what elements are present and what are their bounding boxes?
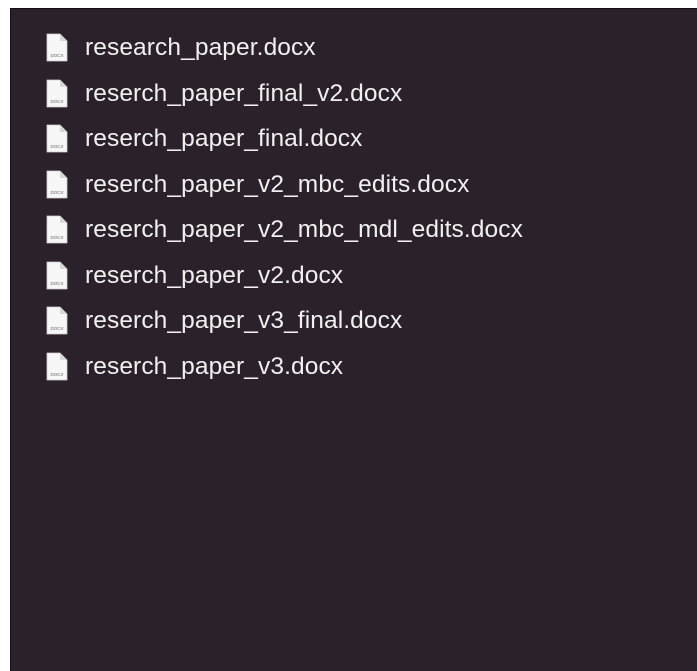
svg-text:DOCX: DOCX [50,53,63,58]
file-name: reserch_paper_v2_mbc_edits.docx [85,170,470,198]
docx-document-icon: DOCX [46,215,68,244]
finder-window: DOCX research_paper.docx DOCX reserch_pa… [10,8,697,671]
file-list: DOCX research_paper.docx DOCX reserch_pa… [46,25,523,389]
file-row[interactable]: DOCX reserch_paper_v3_final.docx [46,298,523,344]
docx-document-icon: DOCX [46,124,68,153]
file-name: reserch_paper_final.docx [85,125,363,153]
svg-text:DOCX: DOCX [50,144,63,149]
file-name: reserch_paper_v2.docx [85,261,344,289]
file-name: reserch_paper_final_v2.docx [85,79,403,107]
file-row[interactable]: DOCX reserch_paper_final.docx [46,116,523,162]
file-name: reserch_paper_v3.docx [85,352,344,380]
file-name: research_paper.docx [85,34,316,62]
file-name: reserch_paper_v2_mbc_mdl_edits.docx [85,216,523,244]
svg-text:DOCX: DOCX [50,190,63,195]
docx-document-icon: DOCX [46,306,68,335]
file-row[interactable]: DOCX reserch_paper_v2.docx [46,253,523,299]
file-row[interactable]: DOCX reserch_paper_v3.docx [46,344,523,390]
file-row[interactable]: DOCX reserch_paper_v2_mbc_edits.docx [46,162,523,208]
file-name: reserch_paper_v3_final.docx [85,307,403,335]
svg-text:DOCX: DOCX [50,235,63,240]
file-row[interactable]: DOCX reserch_paper_final_v2.docx [46,71,523,117]
docx-document-icon: DOCX [46,33,68,62]
svg-text:DOCX: DOCX [50,326,63,331]
docx-document-icon: DOCX [46,170,68,199]
docx-document-icon: DOCX [46,79,68,108]
docx-document-icon: DOCX [46,352,68,381]
file-row[interactable]: DOCX research_paper.docx [46,25,523,71]
svg-text:DOCX: DOCX [50,281,63,286]
docx-document-icon: DOCX [46,261,68,290]
svg-text:DOCX: DOCX [50,372,63,377]
file-row[interactable]: DOCX reserch_paper_v2_mbc_mdl_edits.docx [46,207,523,253]
svg-text:DOCX: DOCX [50,99,63,104]
